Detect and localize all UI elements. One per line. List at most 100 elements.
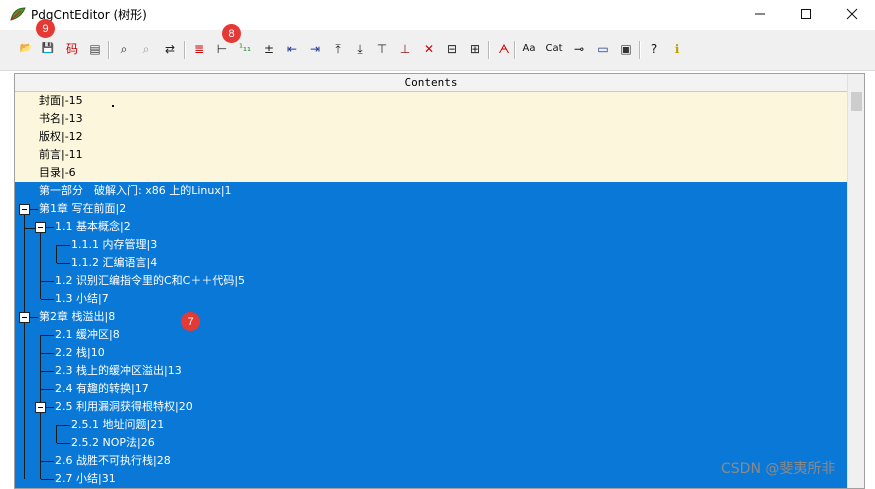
preview-button[interactable]: ▣ [617,40,635,58]
document-icon: ▤ [89,42,101,56]
tree-line [41,299,54,300]
replace-icon: ⇄ [164,42,176,56]
toolbar-separator [514,41,516,59]
maximize-button[interactable] [783,0,829,28]
tree-node[interactable]: 2.5 利用漏洞获得根特权|20 [15,398,847,416]
tree-line [41,461,54,462]
pdf-button[interactable]: ᗅ [495,40,513,58]
insert-before-button[interactable]: ⊤ [373,40,391,58]
collapse-toggle[interactable] [19,312,30,323]
annotation-badge-save: 9 [36,19,55,38]
minimize-button[interactable] [737,0,783,28]
delete-button[interactable]: ✕ [420,40,438,58]
replace-button[interactable]: ⇄ [161,40,179,58]
info-button[interactable]: ℹ [668,40,686,58]
font-icon: Aa [522,43,536,54]
tree-line [57,263,70,264]
expand-button[interactable]: ⊞ [466,40,484,58]
scrollbar-thumb[interactable] [851,92,862,111]
move-down-button[interactable]: ⤓ [351,40,369,58]
plus-minus-button[interactable]: ± [260,40,278,58]
insert-after-button[interactable]: ⊥ [396,40,414,58]
watermark: CSDN @斐夷所非 [721,461,836,477]
collapse-toggle[interactable] [35,222,46,233]
tree-node-label: 2.7 小结|31 [55,472,116,485]
tree-node[interactable]: 2.5.2 NOP法|26 [15,434,847,452]
tree-node[interactable]: 2.2 栈|10 [15,344,847,362]
tree-line [40,227,41,299]
close-icon [846,8,858,20]
tree-node[interactable]: 第2章 栈溢出|8 [15,308,847,326]
tree-node[interactable]: 封面|-15 [15,92,847,110]
tree-node[interactable]: 第1章 写在前面|2 [15,200,847,218]
tree-line [46,227,54,228]
encoding-button[interactable]: 码 [63,40,81,58]
toolbar: 📂 💾 码 ▤ ⌕ ⌕ ⇄ ≣ ⊢ ¹₁₁ ± ⇤ ⇥ ⤒ ⤓ ⊤ ⊥ ✕ ⊟ ⊞ ᗅ Aa Cat ⊸ ▭ ▣? ℹ [0,30,875,71]
tree-node[interactable]: 1.2 识别汇编指令里的C和C＋＋代码|5 [15,272,847,290]
outdent-button[interactable]: ⇤ [283,40,301,58]
tree-node-label: 第1章 写在前面|2 [39,202,127,215]
tree-line [46,407,54,408]
tree-node-label: 1.2 识别汇编指令里的C和C＋＋代码|5 [55,274,246,287]
tree-node[interactable]: 2.4 有趣的转换|17 [15,380,847,398]
move-up-button[interactable]: ⤒ [329,40,347,58]
find-next-button[interactable]: ⌕ [137,40,155,58]
outdent-icon: ⇤ [286,42,298,56]
tree-node-label: 1.1 基本概念|2 [55,220,131,233]
tree-node[interactable]: 1.1.2 汇编语言|4 [15,254,847,272]
tree-node-label: 2.5 利用漏洞获得根特权|20 [55,400,193,413]
close-button[interactable] [829,0,875,28]
pin-button[interactable]: ⊸ [570,40,588,58]
tree-node-label: 版权|-12 [39,130,83,143]
contents-header[interactable]: Contents [15,74,847,92]
collapse-toggle[interactable] [35,402,46,413]
tree-node[interactable]: 第一部分 破解入门: x86 上的Linux|1 [15,182,847,200]
toolbar-separator [184,41,186,59]
tree-node-label: 1.1.2 汇编语言|4 [71,256,158,269]
cat-button[interactable]: Cat [545,40,563,58]
tree-node[interactable]: 1.1.1 内存管理|3 [15,236,847,254]
tree-node-label: 2.6 战胜不可执行栈|28 [55,454,171,467]
app-icon [10,7,26,21]
open-folder-button[interactable]: 📂 [17,40,35,58]
tree-node[interactable]: 2.5.1 地址问题|21 [15,416,847,434]
find-next-icon: ⌕ [142,42,150,56]
toolbar-separator [639,41,641,59]
contents-tree[interactable]: Contents 封面|-15 书名|-13 版权|-12 前言|-11 目录|-6 第一… [14,73,865,489]
tree-line [57,245,70,246]
tree-node-label: 2.2 栈|10 [55,346,105,359]
vertical-scrollbar[interactable] [847,74,864,488]
tree-line [57,443,70,444]
tree-line [56,245,57,263]
indent-tree-icon: ⊢ [216,42,228,56]
window-button[interactable]: ▭ [594,40,612,58]
collapse-toggle[interactable] [19,204,30,215]
find-button[interactable]: ⌕ [115,40,133,58]
tree-node[interactable]: 2.3 栈上的缓冲区溢出|13 [15,362,847,380]
font-button[interactable]: Aa [520,40,538,58]
find-icon: ⌕ [120,42,128,56]
pin-icon: ⊸ [573,42,585,56]
page-number-button[interactable]: ¹₁₁ [236,40,254,58]
tree-line [41,479,54,480]
collapse-button[interactable]: ⊟ [443,40,461,58]
tree-node[interactable]: 1.3 小结|7 [15,290,847,308]
indent-button[interactable]: ⇥ [306,40,324,58]
tree-node[interactable]: 2.1 缓冲区|8 [15,326,847,344]
tree-node-label: 2.1 缓冲区|8 [55,328,120,341]
tree-node-label: 2.3 栈上的缓冲区溢出|13 [55,364,182,377]
encoding-icon: 码 [65,42,78,56]
tree-node[interactable]: 版权|-12 [15,128,847,146]
tree-node-label: 2.5.2 NOP法|26 [71,436,155,449]
document-button[interactable]: ▤ [86,40,104,58]
help-button[interactable]: ? [645,40,663,58]
save-button[interactable]: 💾 [39,40,57,58]
delete-icon: ✕ [423,42,435,56]
align-red-button[interactable]: ≣ [190,40,208,58]
tree-node-label: 第一部分 破解入门: x86 上的Linux|1 [39,184,232,197]
tree-node[interactable]: 1.1 基本概念|2 [15,218,847,236]
tree-node[interactable]: 目录|-6 [15,164,847,182]
tree-node[interactable]: 前言|-11 [15,146,847,164]
tree-node-label: 书名|-13 [39,112,83,125]
tree-node[interactable]: 书名|-13 [15,110,847,128]
